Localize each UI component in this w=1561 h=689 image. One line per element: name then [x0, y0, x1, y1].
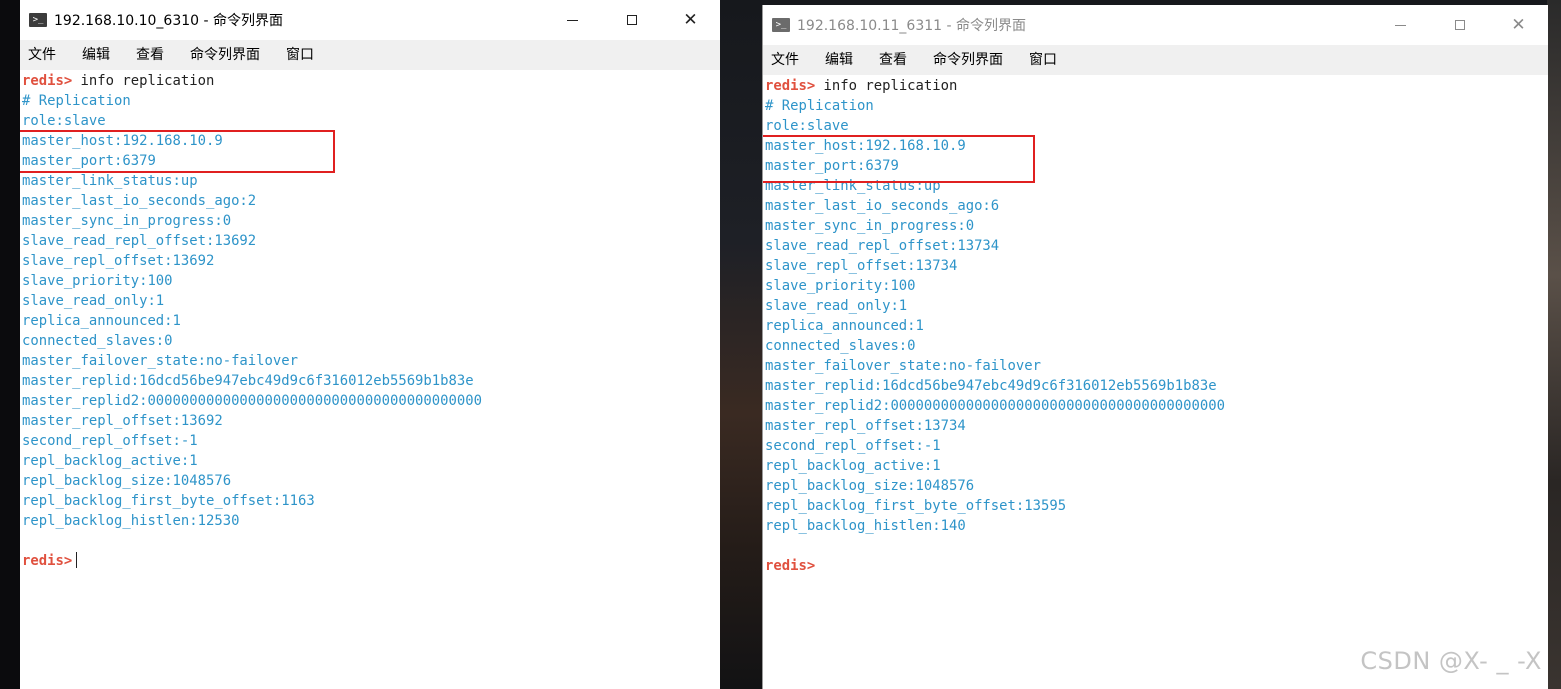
menu-file[interactable]: 文件 — [765, 45, 805, 75]
output-line: master_link_status:up — [22, 173, 198, 189]
output-line: second_repl_offset:-1 — [22, 433, 198, 449]
output-line: role:slave — [22, 113, 106, 129]
output-line: master_repl_offset:13734 — [765, 418, 966, 434]
window-title: 192.168.10.10_6310 - 命令列界面 — [54, 13, 284, 29]
menu-window[interactable]: 窗口 — [1023, 45, 1063, 75]
window-title: 192.168.10.11_6311 - 命令列界面 — [797, 18, 1027, 34]
output-line: second_repl_offset:-1 — [765, 438, 941, 454]
output-line: repl_backlog_histlen:12530 — [22, 513, 240, 529]
menu-console[interactable]: 命令列界面 — [927, 45, 1009, 75]
title-bar[interactable]: >_ 192.168.10.11_6311 - 命令列界面 ✕ — [763, 5, 1548, 45]
terminal-window-right[interactable]: >_ 192.168.10.11_6311 - 命令列界面 ✕ 文件 编辑 查看… — [762, 5, 1548, 689]
output-line: repl_backlog_histlen:140 — [765, 518, 966, 534]
output-line: master_replid2:0000000000000000000000000… — [22, 393, 482, 409]
menu-bar: 文件 编辑 查看 命令列界面 窗口 — [763, 45, 1548, 75]
close-icon: ✕ — [683, 9, 698, 30]
command-text: info replication — [815, 78, 958, 94]
master-highlight-box — [20, 130, 335, 173]
menu-window[interactable]: 窗口 — [280, 40, 320, 70]
title-bar[interactable]: >_ 192.168.10.10_6310 - 命令列界面 ✕ — [20, 0, 720, 40]
maximize-icon — [1454, 20, 1465, 30]
output-line: # Replication — [22, 93, 131, 109]
output-line: repl_backlog_first_byte_offset:13595 — [765, 498, 1067, 514]
output-line: repl_backlog_active:1 — [765, 458, 941, 474]
terminal-icon: >_ — [772, 18, 790, 32]
terminal-window-left[interactable]: >_ 192.168.10.10_6310 - 命令列界面 ✕ 文件 编辑 查看… — [20, 0, 720, 689]
caption-buttons: ✕ — [1371, 5, 1548, 45]
close-button[interactable]: ✕ — [1489, 5, 1548, 45]
prompt: redis> — [22, 553, 73, 569]
menu-view[interactable]: 查看 — [130, 40, 170, 70]
minimize-icon — [1395, 24, 1406, 26]
output-line: repl_backlog_size:1048576 — [765, 478, 975, 494]
output-line: connected_slaves:0 — [22, 333, 173, 349]
output-line: master_failover_state:no-failover — [22, 353, 298, 369]
output-line: repl_backlog_size:1048576 — [22, 473, 232, 489]
prompt: redis> — [765, 78, 816, 94]
output-line: role:slave — [765, 118, 849, 134]
menu-bar: 文件 编辑 查看 命令列界面 窗口 — [20, 40, 720, 70]
output-line: slave_read_only:1 — [765, 298, 908, 314]
maximize-button[interactable] — [602, 0, 661, 40]
command-line: redis> info replication — [763, 76, 1548, 96]
menu-file[interactable]: 文件 — [22, 40, 62, 70]
prompt-line: redis> — [20, 551, 720, 571]
output-line: master_sync_in_progress:0 — [765, 218, 975, 234]
output-line: master_repl_offset:13692 — [22, 413, 223, 429]
output-line: slave_read_repl_offset:13734 — [765, 238, 1000, 254]
menu-edit[interactable]: 编辑 — [819, 45, 859, 75]
command-line: redis> info replication — [20, 71, 720, 91]
menu-view[interactable]: 查看 — [873, 45, 913, 75]
output-line: repl_backlog_first_byte_offset:1163 — [22, 493, 315, 509]
output-line: repl_backlog_active:1 — [22, 453, 198, 469]
output-line: slave_repl_offset:13692 — [22, 253, 215, 269]
output-line: slave_repl_offset:13734 — [765, 258, 958, 274]
output-line: master_failover_state:no-failover — [765, 358, 1041, 374]
watermark: CSDN @X- _ -X — [1360, 647, 1542, 675]
prompt: redis> — [22, 73, 73, 89]
close-icon: ✕ — [1511, 14, 1526, 35]
command-text: info replication — [72, 73, 215, 89]
menu-edit[interactable]: 编辑 — [76, 40, 116, 70]
output-line: slave_read_repl_offset:13692 — [22, 233, 257, 249]
menu-console[interactable]: 命令列界面 — [184, 40, 266, 70]
output-line: slave_priority:100 — [765, 278, 916, 294]
text-cursor — [76, 552, 78, 568]
close-button[interactable]: ✕ — [661, 0, 720, 40]
terminal-icon: >_ — [29, 13, 47, 27]
master-highlight-box — [763, 135, 1035, 183]
output-line: slave_priority:100 — [22, 273, 173, 289]
output-line: master_last_io_seconds_ago:6 — [765, 198, 1000, 214]
minimize-button[interactable] — [543, 0, 602, 40]
output-line: # Replication — [765, 98, 874, 114]
output-line: master_replid:16dcd56be947ebc49d9c6f3160… — [765, 378, 1217, 394]
maximize-icon — [626, 15, 637, 25]
maximize-button[interactable] — [1430, 5, 1489, 45]
output-line: slave_read_only:1 — [22, 293, 165, 309]
output-line: connected_slaves:0 — [765, 338, 916, 354]
caption-buttons: ✕ — [543, 0, 720, 40]
output-line: master_last_io_seconds_ago:2 — [22, 193, 257, 209]
background-edge — [1547, 0, 1561, 689]
prompt-line: redis> — [763, 556, 1548, 576]
output-line: master_replid2:0000000000000000000000000… — [765, 398, 1225, 414]
output-line: master_sync_in_progress:0 — [22, 213, 232, 229]
output-line: master_replid:16dcd56be947ebc49d9c6f3160… — [22, 373, 474, 389]
prompt: redis> — [765, 558, 816, 574]
output-line: replica_announced:1 — [22, 313, 181, 329]
minimize-icon — [567, 19, 578, 21]
minimize-button[interactable] — [1371, 5, 1430, 45]
output-line: replica_announced:1 — [765, 318, 924, 334]
